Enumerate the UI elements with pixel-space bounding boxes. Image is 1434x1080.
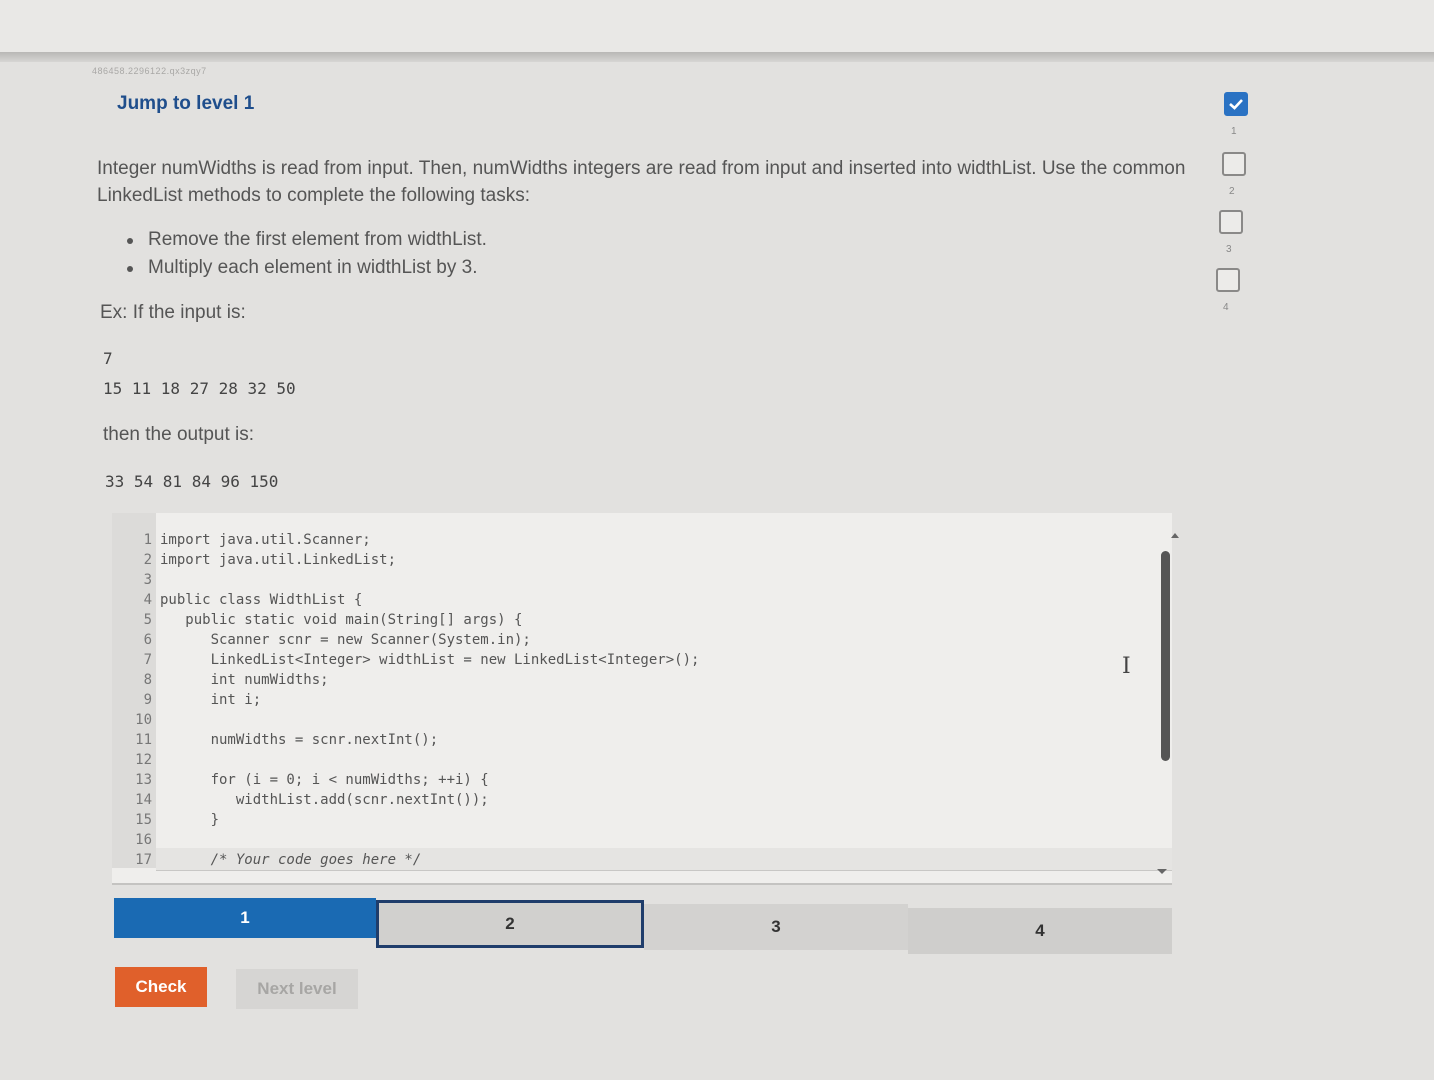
code-line[interactable]: 11 numWidths = scnr.nextInt(); xyxy=(112,730,438,750)
level-2-checkbox[interactable] xyxy=(1222,152,1246,176)
code-text: Scanner scnr = new Scanner(System.in); xyxy=(160,632,531,648)
code-text: widthList.add(scnr.nextInt()); xyxy=(160,792,489,808)
code-line[interactable]: 12 xyxy=(112,750,160,770)
code-text: int numWidths; xyxy=(160,672,329,688)
level-tab-3[interactable]: 3 xyxy=(644,904,908,950)
code-line[interactable]: 5 public static void main(String[] args)… xyxy=(112,610,523,630)
code-line[interactable]: 16 xyxy=(112,830,160,850)
code-text: public class WidthList { xyxy=(160,592,363,608)
line-number: 7 xyxy=(143,652,152,668)
line-number: 11 xyxy=(135,732,152,748)
level-4-checkbox[interactable] xyxy=(1216,268,1240,292)
code-text: import java.util.LinkedList; xyxy=(160,552,397,568)
level-progress-bar: 1 2 3 4 xyxy=(114,898,1172,954)
scroll-up-arrow-icon[interactable] xyxy=(1171,533,1179,538)
code-text: public static void main(String[] args) { xyxy=(160,612,523,628)
jump-to-level-title: Jump to level 1 xyxy=(117,93,255,114)
example-input-line: 15 11 18 27 28 32 50 xyxy=(103,379,296,398)
next-level-button[interactable]: Next level xyxy=(236,969,358,1009)
line-number: 14 xyxy=(135,792,152,808)
code-line[interactable]: 1 import java.util.Scanner; xyxy=(112,530,371,550)
task-item: Multiply each element in widthList by 3. xyxy=(125,254,487,282)
task-list: Remove the first element from widthList.… xyxy=(125,226,487,282)
line-number: 10 xyxy=(135,712,152,728)
line-number: 9 xyxy=(143,692,152,708)
window-top-strip xyxy=(0,0,1434,58)
instructions-text: Integer numWidths is read from input. Th… xyxy=(97,158,1186,206)
example-output-label: then the output is: xyxy=(103,424,255,445)
code-text: numWidths = scnr.nextInt(); xyxy=(160,732,439,748)
line-number: 4 xyxy=(143,592,152,608)
code-line[interactable]: 2 import java.util.LinkedList; xyxy=(112,550,396,570)
line-number: 13 xyxy=(135,772,152,788)
code-editor[interactable]: 1 import java.util.Scanner; 2 import java.u… xyxy=(112,513,1179,885)
level-tab-2[interactable]: 2 xyxy=(376,900,644,948)
code-line[interactable]: 17 /* Your code goes here */ xyxy=(112,850,421,870)
code-text: LinkedList<Integer> widthList = new Link… xyxy=(160,652,700,668)
code-line[interactable]: 15 } xyxy=(112,810,219,830)
example-input-label: Ex: If the input is: xyxy=(100,302,246,323)
example-output-line: 33 54 81 84 96 150 xyxy=(105,472,279,491)
line-number: 5 xyxy=(143,612,152,628)
activity-id: 486458.2296122.qx3zqy7 xyxy=(92,66,207,76)
code-line[interactable]: 8 int numWidths; xyxy=(112,670,329,690)
code-text: for (i = 0; i < numWidths; ++i) { xyxy=(160,772,489,788)
code-line[interactable]: 7 LinkedList<Integer> widthList = new Li… xyxy=(112,650,700,670)
checkmark-icon xyxy=(1229,99,1243,110)
level-number: 2 xyxy=(1229,186,1235,197)
check-button[interactable]: Check xyxy=(115,967,207,1007)
code-line[interactable]: 9 int i; xyxy=(112,690,262,710)
editor-scrollbar[interactable] xyxy=(1161,551,1170,761)
code-text: int i; xyxy=(160,692,262,708)
task-item: Remove the first element from widthList. xyxy=(125,226,487,254)
code-line[interactable]: 14 widthList.add(scnr.nextInt()); xyxy=(112,790,489,810)
code-line[interactable]: 6 Scanner scnr = new Scanner(System.in); xyxy=(112,630,531,650)
scroll-down-arrow-icon[interactable] xyxy=(1157,869,1167,874)
level-1-checkbox[interactable] xyxy=(1224,92,1248,116)
example-input-line: 7 xyxy=(103,349,113,368)
code-text: } xyxy=(160,812,220,828)
line-number: 15 xyxy=(135,812,152,828)
line-number: 17 xyxy=(135,852,152,868)
code-line[interactable]: 4 public class WidthList { xyxy=(112,590,363,610)
level-number: 1 xyxy=(1231,126,1237,137)
line-number: 8 xyxy=(143,672,152,688)
level-tab-4[interactable]: 4 xyxy=(908,908,1172,954)
level-number: 4 xyxy=(1223,302,1229,313)
line-number: 3 xyxy=(143,572,152,588)
window-divider xyxy=(0,52,1434,62)
text-cursor-icon: I xyxy=(1122,654,1131,679)
code-text: import java.util.Scanner; xyxy=(160,532,371,548)
line-number: 12 xyxy=(135,752,152,768)
level-number: 3 xyxy=(1226,244,1232,255)
line-number: 1 xyxy=(143,532,152,548)
level-3-checkbox[interactable] xyxy=(1219,210,1243,234)
level-tab-1[interactable]: 1 xyxy=(114,898,376,938)
line-number: 16 xyxy=(135,832,152,848)
code-line[interactable]: 10 xyxy=(112,710,160,730)
line-number: 6 xyxy=(143,632,152,648)
code-line[interactable]: 3 xyxy=(112,570,160,590)
code-text: /* Your code goes here */ xyxy=(160,852,422,868)
code-line[interactable]: 13 for (i = 0; i < numWidths; ++i) { xyxy=(112,770,489,790)
line-number: 2 xyxy=(143,552,152,568)
